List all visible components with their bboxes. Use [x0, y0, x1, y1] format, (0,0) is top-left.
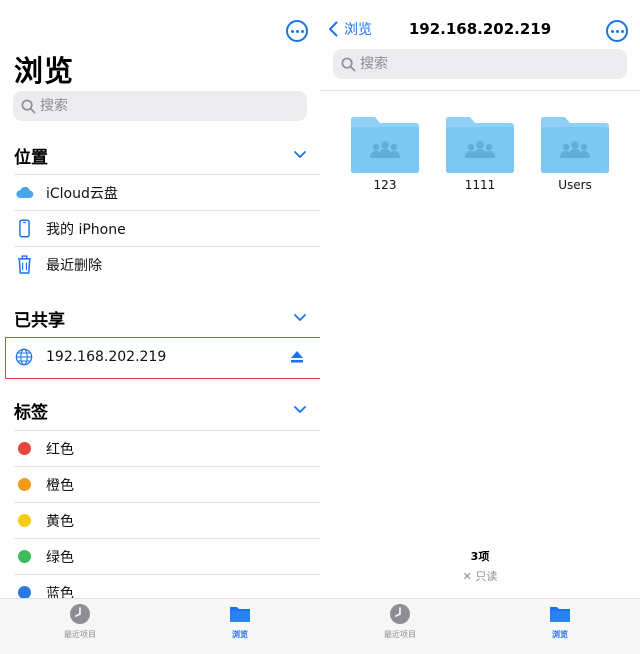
sidebar-item-label: 黄色: [46, 513, 74, 530]
read-only-label: 只读: [475, 570, 498, 583]
tag-color-dot-icon: [17, 550, 31, 563]
sidebar-item-label: 红色: [46, 441, 74, 458]
folder-name: Users: [558, 178, 592, 192]
clock-icon: [390, 604, 410, 624]
sidebar-item-label: iCloud云盘: [46, 185, 118, 202]
sidebar-item-tag-green[interactable]: 绿色: [14, 538, 320, 574]
nav-title: 192.168.202.219: [408, 20, 552, 38]
sidebar-item-label: 最近删除: [46, 257, 102, 274]
chevron-down-icon[interactable]: [294, 314, 306, 322]
read-only-icon: ✕: [462, 570, 472, 583]
highlight-box: [5, 337, 320, 379]
tab-label: 浏览: [232, 630, 248, 639]
tab-label: 最近项目: [384, 630, 416, 639]
sidebar-item-label: 橙色: [46, 477, 74, 494]
tag-color-dot-icon: [17, 442, 31, 455]
item-count: 3项: [470, 550, 490, 563]
folder-icon: [550, 607, 570, 622]
folder-name: 1111: [464, 178, 496, 192]
more-dot-icon: [610, 29, 614, 33]
shared-folder-icon: [351, 117, 419, 173]
icloud-icon: [14, 183, 34, 203]
read-only-status: ✕ 只读: [320, 568, 640, 584]
folder-item[interactable]: Users: [539, 116, 611, 192]
clock-icon: [70, 604, 90, 624]
sidebar-item-label: 绿色: [46, 549, 74, 566]
section-title: 标签: [14, 402, 48, 423]
chevron-down-icon[interactable]: [294, 406, 306, 414]
folder-icon: [230, 607, 250, 622]
sidebar-item-icloud[interactable]: iCloud云盘: [14, 174, 320, 210]
shared-folder-icon: [446, 117, 514, 173]
more-options-button[interactable]: [286, 20, 308, 42]
sidebar-item-tag-red[interactable]: 红色: [14, 430, 320, 466]
folder-item[interactable]: 1111: [444, 116, 516, 192]
sidebar-item-label: 我的 iPhone: [46, 221, 126, 238]
tag-color-dot-icon: [17, 478, 31, 491]
divider: [320, 90, 640, 91]
tab-bar: 最近项目 浏览: [0, 598, 320, 654]
search-input[interactable]: [360, 56, 580, 72]
folder-item[interactable]: 123: [349, 116, 421, 192]
tab-label: 浏览: [552, 630, 568, 639]
tab-recents[interactable]: 最近项目: [40, 603, 120, 649]
tab-bar: 最近项目 浏览: [320, 598, 640, 654]
more-dot-icon: [300, 29, 304, 33]
shared-folder-icon: [541, 117, 609, 173]
search-bar[interactable]: [333, 49, 627, 79]
section-header-tags[interactable]: 标签: [14, 395, 320, 425]
section-header-shared[interactable]: 已共享: [14, 303, 320, 333]
page-title: 浏览: [14, 54, 75, 88]
sidebar-item-recently-deleted[interactable]: 最近删除: [14, 246, 320, 282]
iphone-icon: [14, 219, 34, 239]
search-icon: [341, 57, 356, 71]
search-input[interactable]: [40, 98, 260, 114]
tab-browse[interactable]: 浏览: [520, 603, 600, 649]
tab-browse[interactable]: 浏览: [200, 603, 280, 649]
chevron-down-icon[interactable]: [294, 151, 306, 159]
more-dot-icon: [620, 29, 624, 33]
more-dot-icon: [290, 29, 294, 33]
folder-name: 123: [373, 178, 397, 192]
more-options-button[interactable]: [606, 20, 628, 42]
trash-icon: [14, 255, 34, 275]
tab-label: 最近项目: [64, 630, 96, 639]
section-title: 位置: [14, 147, 48, 168]
tag-color-dot-icon: [17, 514, 31, 527]
search-bar[interactable]: [13, 91, 307, 121]
more-dot-icon: [615, 29, 619, 33]
browse-pane: 浏览 位置 iCloud云盘 我的 iPhone 最近删除 已共享: [0, 0, 320, 654]
section-title: 已共享: [14, 310, 65, 331]
sidebar-item-iphone[interactable]: 我的 iPhone: [14, 210, 320, 246]
sidebar-item-tag-yellow[interactable]: 黄色: [14, 502, 320, 538]
sidebar-item-tag-orange[interactable]: 橙色: [14, 466, 320, 502]
search-icon: [21, 99, 36, 113]
server-pane: 浏览 192.168.202.219 123 1111: [320, 0, 640, 654]
more-dot-icon: [295, 29, 299, 33]
tab-recents[interactable]: 最近项目: [360, 603, 440, 649]
section-header-locations[interactable]: 位置: [14, 140, 320, 170]
